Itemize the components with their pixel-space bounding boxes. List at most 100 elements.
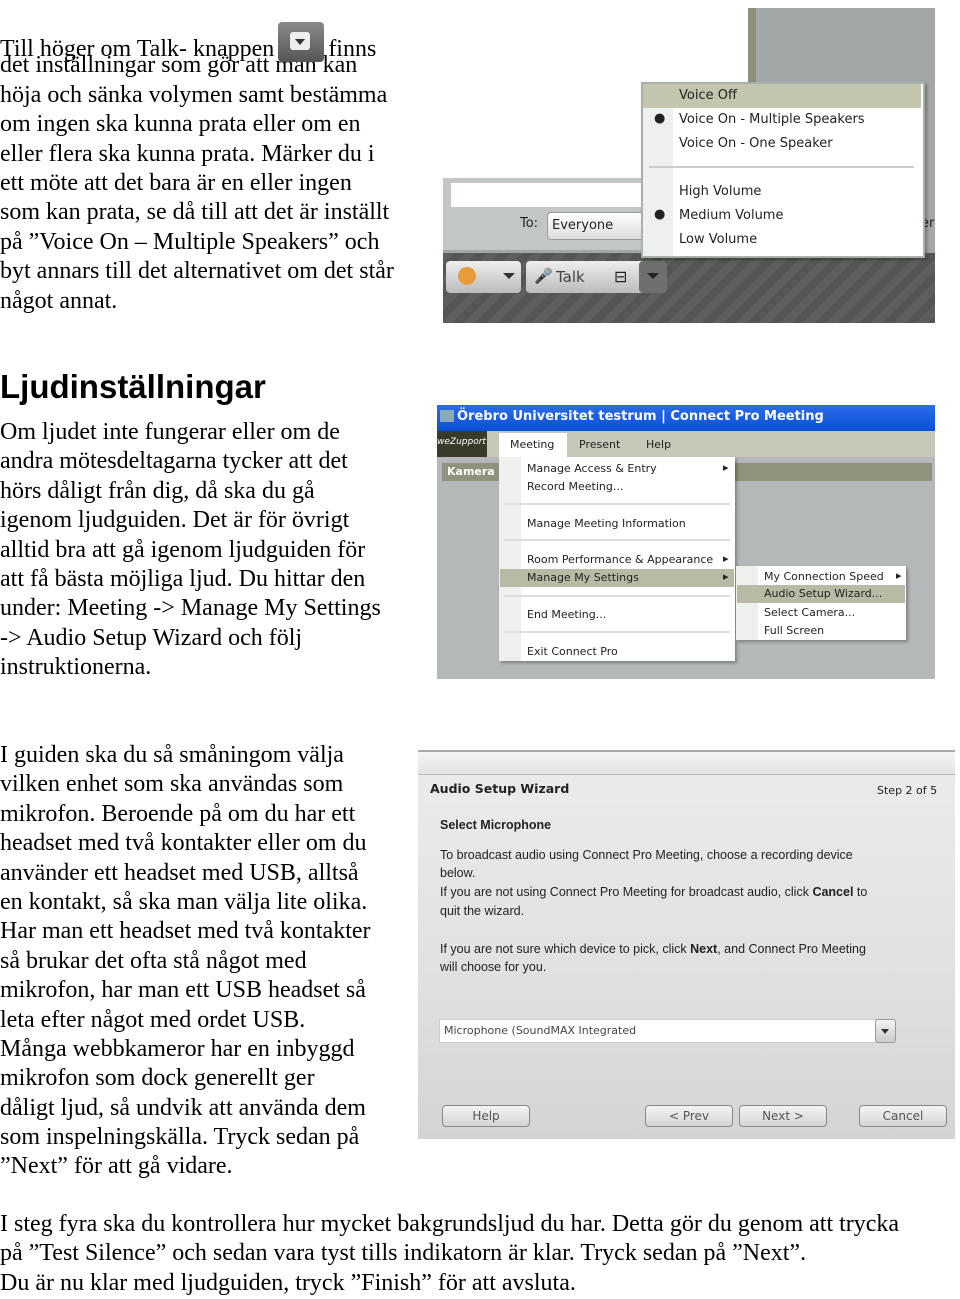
menu-item-end-meeting[interactable]: End Meeting... [527, 608, 606, 621]
label: Voice On - One Speaker [679, 136, 833, 151]
line: alltid bra att gå igenom ljudguiden för [0, 536, 366, 563]
meeting-menu: Manage Access & Entry ▸ Record Meeting...… [499, 457, 735, 661]
menu-item-medium-volume[interactable]: ● Medium Volume [643, 204, 921, 228]
select-dropdown-button[interactable] [875, 1019, 896, 1043]
line: headset med två kontakter eller om du [0, 830, 367, 857]
label: High Volume [679, 184, 762, 199]
line: det inställningar som gör att man kan [0, 52, 358, 79]
line: en kontakt, så ska man välja lite olika. [0, 888, 368, 915]
label: Audio Setup Wizard... [764, 587, 883, 600]
label: Manage My Settings [527, 571, 639, 584]
line: Om ljudet inte fungerar eller om de [0, 419, 340, 445]
line: höja och sänka volymen samt bestämma [0, 81, 388, 108]
line: som kan prata, se då till att det är ins… [0, 199, 390, 226]
line: vilken enhet som ska användas som [0, 771, 344, 798]
section-heading: Ljudinställningar [0, 368, 266, 405]
prev-button[interactable]: < Prev [645, 1105, 733, 1127]
line: leta efter något med ordet USB. [0, 1006, 306, 1033]
help-button[interactable]: Help [442, 1105, 530, 1127]
menu-bar: weZupport Meeting Present Help [437, 431, 935, 457]
text: To broadcast audio using Connect Pro Mee… [440, 847, 853, 862]
text: to [853, 885, 868, 900]
chevron-down-icon [647, 273, 659, 285]
paragraph-voice-settings: Till höger om Talk- knappen finns det ins… [0, 22, 394, 316]
menu-item-voice-one[interactable]: Voice On - One Speaker [643, 132, 921, 156]
wizard-body: Select Microphone To broadcast audio usi… [440, 816, 867, 977]
submenu-item-select-camera[interactable]: Select Camera... [764, 606, 855, 619]
line: under: Meeting -> Manage My Settings [0, 595, 381, 622]
line: instruktionerna. [0, 654, 152, 681]
text: below. [440, 866, 476, 881]
line: igenom ljudguiden. Det är för övrigt [0, 507, 350, 534]
submenu-arrow-icon: ▸ [723, 570, 729, 583]
select-value: Microphone (SoundMAX Integrated [444, 1024, 637, 1037]
line: Många webbkameror har en inbyggd [0, 1035, 355, 1062]
meeting-menu-screenshot: Örebro Universitet testrum | Connect Pro… [437, 405, 935, 679]
menu-help[interactable]: Help [646, 438, 671, 451]
line: eller flera ska kunna prata. Märker du i [0, 140, 375, 167]
line: på ”Test Silence” och sedan vara tyst ti… [0, 1240, 807, 1267]
menu-meeting[interactable]: Meeting [499, 433, 567, 457]
talk-label: Talk [556, 268, 585, 286]
step-indicator: Step 2 of 5 [877, 784, 938, 797]
line: om ingen ska kunna prata eller om en [0, 111, 361, 138]
divider [649, 166, 914, 168]
text: Next [690, 941, 718, 956]
pod-title: Kamera [447, 465, 495, 478]
line: använder ett headset med USB, alltså [0, 859, 359, 886]
submenu-arrow-icon: ▸ [896, 569, 902, 582]
text: quit the wizard. [440, 903, 525, 918]
text: , and Connect Pro Meeting [717, 941, 866, 956]
menu-item-room-performance[interactable]: Room Performance & Appearance [527, 553, 713, 566]
line: så brukar det ofta stå något med [0, 947, 307, 974]
submenu-item-audio-setup-wizard[interactable]: Audio Setup Wizard... [737, 585, 905, 603]
cancel-button[interactable]: Cancel [859, 1105, 947, 1127]
line: -> Audio Setup Wizard och följ [0, 624, 303, 651]
line: mikrofon, har man ett USB headset så [0, 977, 366, 1004]
microphone-select[interactable]: Microphone (SoundMAX Integrated [439, 1019, 877, 1043]
line: andra mötesdeltagarna tycker att det [0, 448, 348, 475]
microphone-icon: 🎤 [534, 267, 553, 285]
menu-item-meeting-info[interactable]: Manage Meeting Information [527, 517, 686, 530]
to-label: To: [520, 216, 539, 231]
text: will choose for you. [440, 960, 547, 975]
chat-input[interactable] [451, 183, 651, 207]
menu-item-low-volume[interactable]: Low Volume [643, 228, 921, 252]
submenu-item-full-screen[interactable]: Full Screen [764, 624, 824, 637]
text: If you are not using Connect Pro Meeting… [440, 885, 813, 900]
line: mikrofon som dock generellt ger [0, 1065, 315, 1092]
checked-dot-icon: ● [654, 207, 666, 222]
menu-item-voice-multiple[interactable]: ● Voice On - Multiple Speakers [643, 108, 921, 132]
voice-menu-screenshot: To: Everyone er 🎤 Talk ⊟ Voice Off ● Voice … [443, 8, 935, 323]
menu-present[interactable]: Present [579, 438, 620, 451]
camera-button[interactable] [446, 261, 521, 293]
line: Du är nu klar med ljudguiden, tryck ”Fin… [0, 1269, 576, 1296]
submenu-item-connection-speed[interactable]: My Connection Speed [764, 570, 884, 583]
menu-item-voice-off[interactable]: Voice Off [643, 84, 921, 108]
menu-item-manage-my-settings[interactable]: Manage My Settings ▸ [500, 569, 734, 587]
label: Medium Volume [679, 208, 784, 223]
line: något annat. [0, 287, 118, 314]
logo: weZupport [437, 437, 486, 447]
menu-item-record-meeting[interactable]: Record Meeting... [527, 480, 623, 493]
recipient-select[interactable]: Everyone [547, 212, 649, 240]
paragraph-audio-settings: Om ljudet inte fungerar eller om de andr… [0, 418, 381, 683]
next-button[interactable]: Next > [739, 1105, 827, 1127]
people-icon [458, 267, 476, 285]
line: byt annars till det alternativet om det … [0, 258, 394, 285]
menu-item-high-volume[interactable]: High Volume [643, 180, 921, 204]
text: Cancel [812, 885, 854, 900]
paragraph-final: I steg fyra ska du kontrollera hur mycke… [0, 1210, 899, 1298]
submenu-arrow-icon: ▸ [723, 552, 729, 565]
section-title: Select Microphone [440, 818, 552, 832]
menu-item-exit[interactable]: Exit Connect Pro [527, 645, 618, 658]
line: mikrofon. Beroende på om du har ett [0, 800, 356, 827]
lock-icon: ⊟ [614, 267, 628, 286]
paragraph-wizard: I guiden ska du så småningom välja vilke… [0, 741, 371, 1182]
voice-options-dropdown[interactable] [639, 261, 667, 293]
menu-item-manage-access[interactable]: Manage Access & Entry [527, 462, 657, 475]
wizard-title: Audio Setup Wizard [430, 781, 570, 796]
line: dåligt ljud, så undvik att använda dem [0, 1094, 366, 1121]
line: att få bästa möjliga ljud. Du hittar den [0, 565, 366, 592]
app-icon [440, 410, 454, 422]
